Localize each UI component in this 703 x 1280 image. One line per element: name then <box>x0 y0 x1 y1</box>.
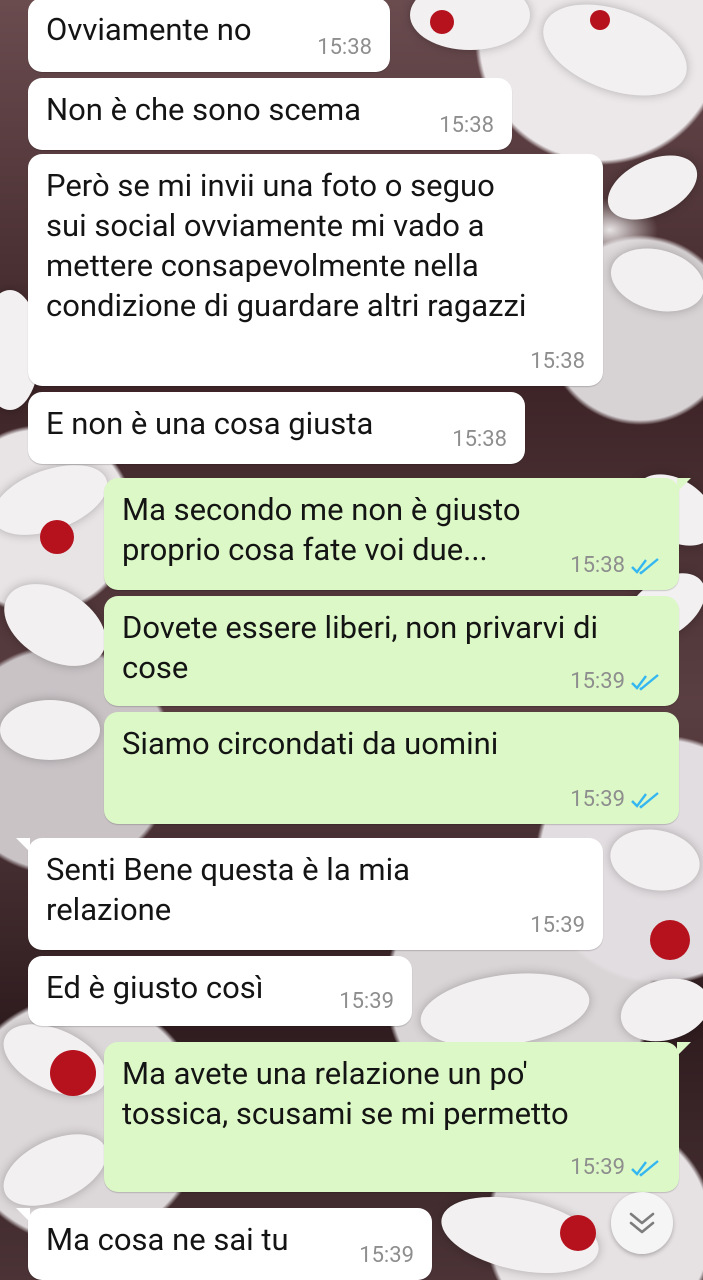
incoming-message[interactable]: Ovviamente no 15:38 <box>28 0 390 72</box>
read-ticks-icon <box>631 792 659 809</box>
message-time: 15:39 <box>530 913 585 938</box>
message-time: 15:39 <box>570 788 661 812</box>
read-ticks-icon <box>631 558 659 575</box>
message-time: 15:38 <box>570 554 661 578</box>
outgoing-message[interactable]: Siamo circondati da uomini 15:39 <box>104 712 679 824</box>
message-time: 15:39 <box>570 670 661 694</box>
outgoing-message[interactable]: Dovete essere liberi, non privarvi di co… <box>104 596 679 706</box>
message-time: 15:38 <box>452 427 507 452</box>
message-text: Senti Bene questa è la mia relazione <box>46 851 410 928</box>
read-ticks-icon <box>631 1160 659 1177</box>
message-time: 15:38 <box>439 113 494 138</box>
incoming-message[interactable]: Ed è giusto così 15:39 <box>28 956 412 1026</box>
outgoing-message[interactable]: Ma avete una relazione un po' tossica, s… <box>104 1042 691 1192</box>
message-time: 15:39 <box>570 1156 661 1180</box>
incoming-message[interactable]: Senti Bene questa è la mia relazione 15:… <box>16 838 603 950</box>
message-time: 15:39 <box>339 989 394 1014</box>
message-text: Ma avete una relazione un po' tossica, s… <box>122 1055 569 1132</box>
outgoing-message[interactable]: Ma secondo me non è giusto proprio cosa … <box>104 478 691 590</box>
scroll-to-bottom-button[interactable] <box>611 1192 673 1254</box>
message-time: 15:38 <box>530 349 585 374</box>
message-text: E non è una cosa giusta <box>46 405 374 442</box>
incoming-message[interactable]: Ma cosa ne sai tu 15:39 <box>16 1208 432 1280</box>
incoming-message[interactable]: E non è una cosa giusta 15:38 <box>28 392 525 464</box>
message-time: 15:38 <box>317 35 372 60</box>
message-time: 15:39 <box>359 1243 414 1268</box>
double-chevron-down-icon <box>629 1212 655 1234</box>
incoming-message[interactable]: Non è che sono scema 15:38 <box>28 78 512 150</box>
message-text: Siamo circondati da uomini <box>122 725 499 762</box>
read-ticks-icon <box>631 674 659 691</box>
message-text: Però se mi invii una foto o seguo sui so… <box>46 167 527 324</box>
incoming-message[interactable]: Però se mi invii una foto o seguo sui so… <box>28 154 603 386</box>
message-text: Non è che sono scema <box>46 91 362 128</box>
